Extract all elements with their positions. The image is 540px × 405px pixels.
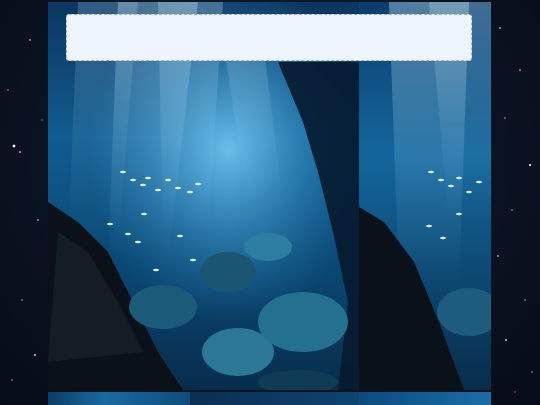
star-icon xyxy=(7,89,9,91)
star-icon xyxy=(34,354,36,356)
star-icon xyxy=(21,299,23,301)
wallpaper-strip xyxy=(48,392,190,405)
star-icon xyxy=(505,339,507,341)
star-icon xyxy=(12,144,16,148)
star-icon xyxy=(19,151,21,153)
wallpaper-strip xyxy=(359,392,491,405)
star-icon xyxy=(29,39,31,41)
star-icon xyxy=(511,209,513,211)
star-icon xyxy=(531,371,533,373)
wallpaper-strip xyxy=(190,392,359,405)
star-icon xyxy=(497,255,499,257)
star-icon xyxy=(37,219,39,221)
star-icon xyxy=(514,391,516,393)
desktop xyxy=(0,0,540,405)
star-icon xyxy=(524,299,526,301)
star-icon xyxy=(519,69,521,71)
blank-banner xyxy=(66,14,472,61)
star-icon xyxy=(41,119,43,121)
star-icon xyxy=(504,117,506,119)
star-icon xyxy=(529,164,531,166)
star-icon xyxy=(499,27,501,29)
star-icon xyxy=(11,379,13,381)
